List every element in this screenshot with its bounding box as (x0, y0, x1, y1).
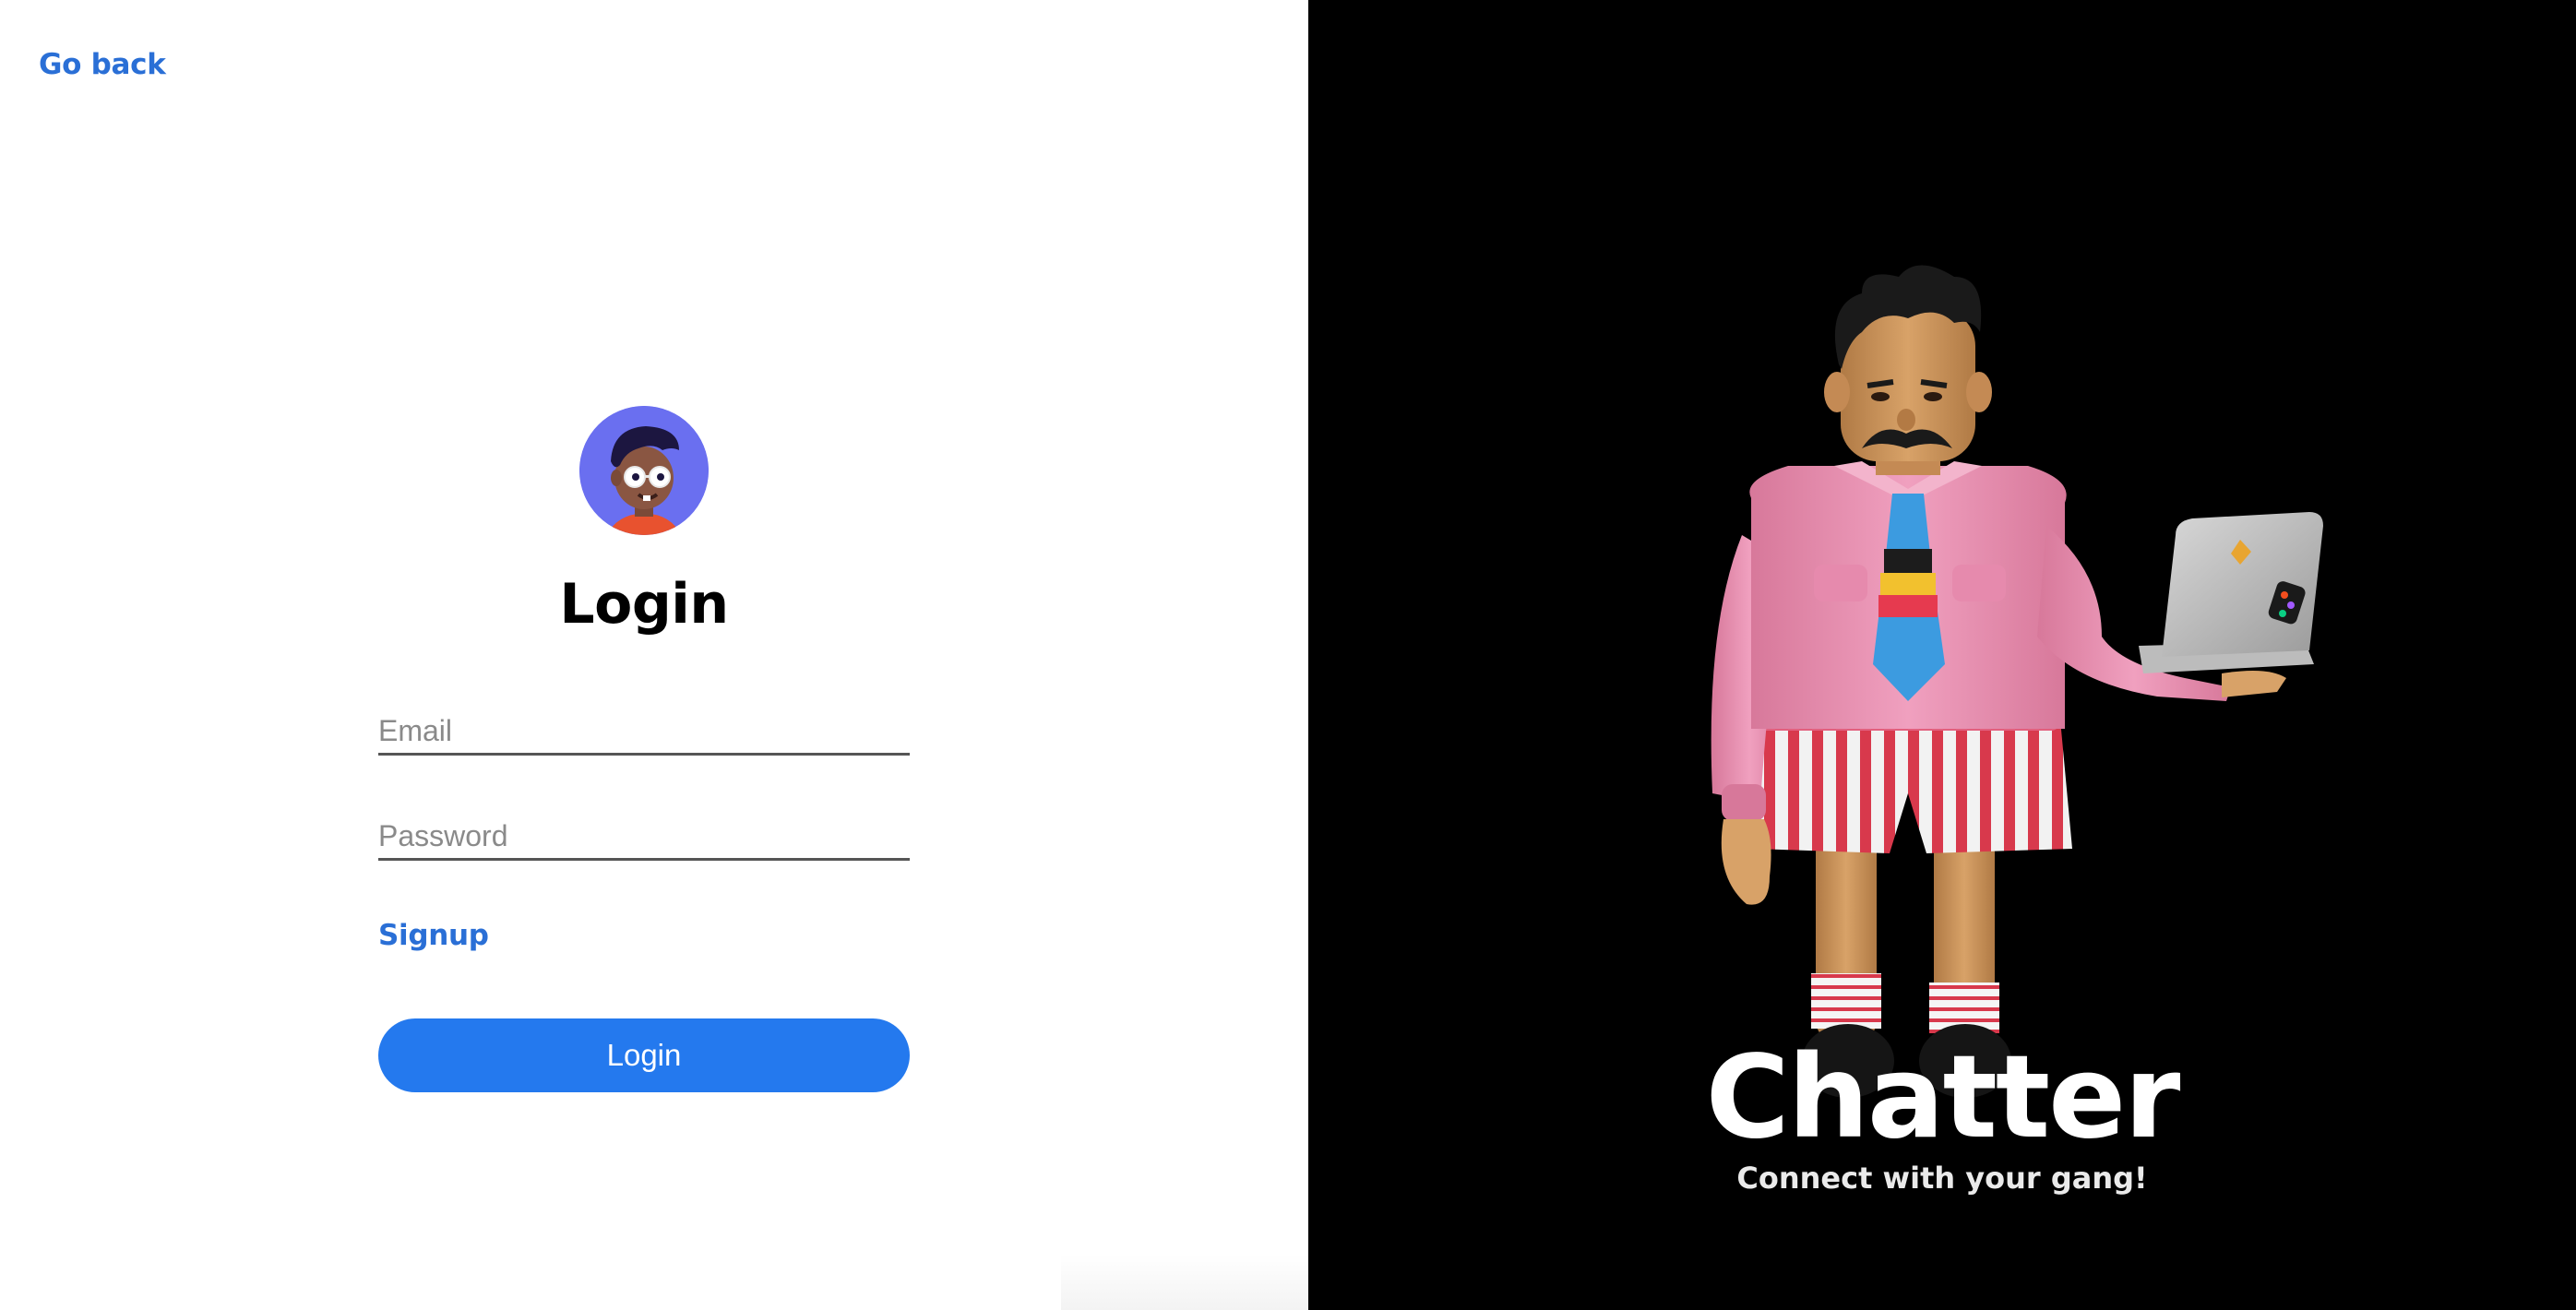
login-button[interactable]: Login (378, 1018, 910, 1092)
brand-panel: Chatter Connect with your gang! (1308, 0, 2576, 1310)
brand-name: Chatter (1705, 1031, 2181, 1164)
login-page: Go back Login Email Signup Login Chatter… (0, 0, 2576, 1310)
email-field[interactable] (378, 709, 910, 756)
bottom-shadow (1061, 1255, 1310, 1310)
go-back-link[interactable]: Go back (39, 48, 166, 81)
password-field[interactable] (378, 814, 910, 861)
login-panel: Go back Login Email Signup Login (0, 0, 1310, 1310)
user-avatar-icon (579, 406, 709, 535)
brand-tagline: Connect with your gang! (1736, 1161, 2148, 1196)
page-title: Login (559, 572, 729, 637)
signup-link[interactable]: Signup (378, 919, 489, 952)
